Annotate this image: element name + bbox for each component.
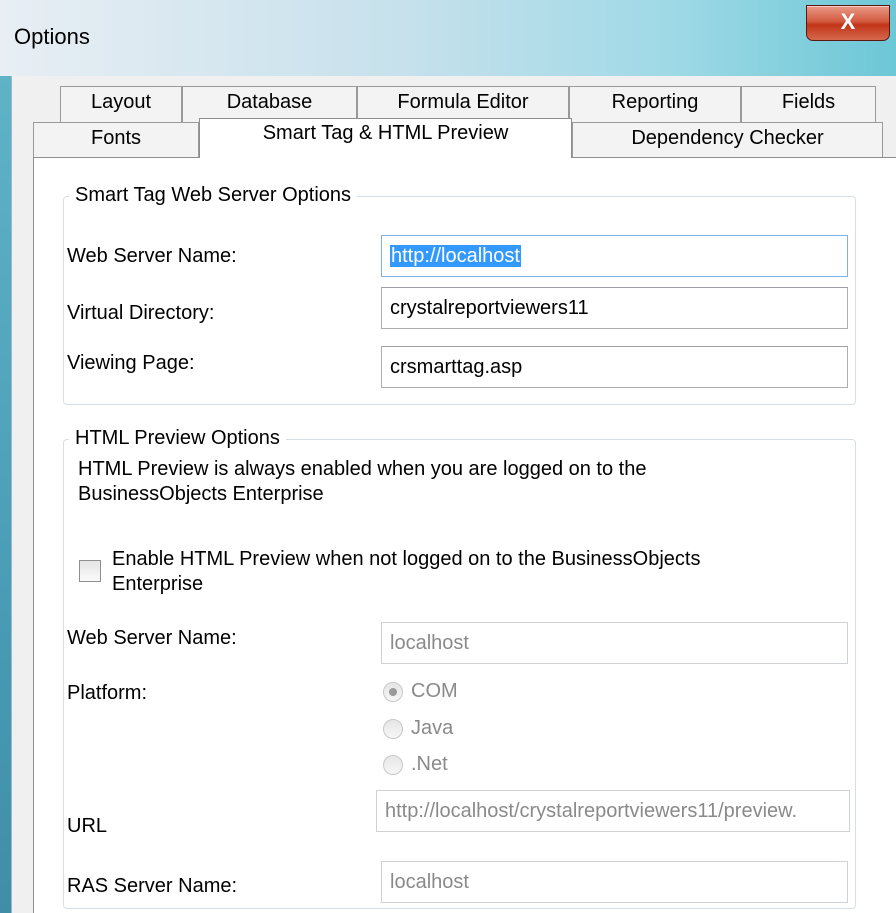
tab-fonts[interactable]: Fonts [33, 122, 199, 158]
viewing-page-input[interactable]: crsmarttag.asp [381, 346, 848, 388]
html-preview-info-line1: HTML Preview is always enabled when you … [78, 458, 647, 480]
tab-reporting[interactable]: Reporting [569, 86, 741, 122]
preview-web-server-name-label: Web Server Name: [67, 627, 237, 649]
tab-panel: Smart Tag Web Server Options Web Server … [33, 157, 896, 913]
tab-dependency-checker[interactable]: Dependency Checker [572, 122, 883, 158]
viewing-page-label: Viewing Page: [67, 352, 195, 374]
web-server-name-value: http://localhost [390, 245, 521, 267]
tab-layout[interactable]: Layout [60, 86, 182, 122]
tab-fields[interactable]: Fields [741, 86, 876, 122]
web-server-name-label: Web Server Name: [67, 245, 237, 267]
url-label: URL [67, 815, 108, 837]
close-icon: X [840, 9, 856, 34]
platform-com-label: COM [411, 680, 458, 702]
platform-com-radio[interactable] [383, 682, 403, 702]
tab-smart-tag-html-preview[interactable]: Smart Tag & HTML Preview [199, 118, 572, 158]
html-preview-group [63, 439, 856, 909]
platform-java-radio[interactable] [383, 719, 403, 739]
html-preview-info-line2: BusinessObjects Enterprise [78, 483, 324, 505]
url-input[interactable]: http://localhost/crystalreportviewers11/… [376, 790, 850, 832]
enable-html-preview-label-line1: Enable HTML Preview when not logged on t… [112, 548, 701, 570]
tab-database[interactable]: Database [182, 86, 357, 122]
virtual-directory-input[interactable]: crystalreportviewers11 [381, 287, 848, 329]
tab-formula-editor[interactable]: Formula Editor [357, 86, 569, 122]
platform-label: Platform: [67, 682, 148, 704]
web-server-name-input[interactable]: http://localhost [381, 235, 848, 277]
title-bar: Options X [0, 0, 896, 76]
virtual-directory-label: Virtual Directory: [67, 302, 215, 324]
window-frame [0, 76, 11, 913]
enable-html-preview-checkbox[interactable] [79, 560, 101, 582]
ras-server-name-input[interactable]: localhost [381, 861, 848, 903]
enable-html-preview-label-line2: Enterprise [112, 573, 204, 595]
close-button[interactable]: X [806, 5, 890, 41]
preview-web-server-name-input[interactable]: localhost [381, 622, 848, 664]
platform-net-radio[interactable] [383, 755, 403, 775]
html-preview-group-label: HTML Preview Options [69, 427, 286, 450]
platform-java-label: Java [411, 717, 454, 739]
platform-net-label: .Net [411, 753, 448, 775]
smart-tag-group-label: Smart Tag Web Server Options [69, 184, 358, 207]
window-title: Options [14, 24, 90, 49]
radio-selected-dot [389, 688, 397, 696]
ras-server-name-label: RAS Server Name: [67, 875, 238, 897]
